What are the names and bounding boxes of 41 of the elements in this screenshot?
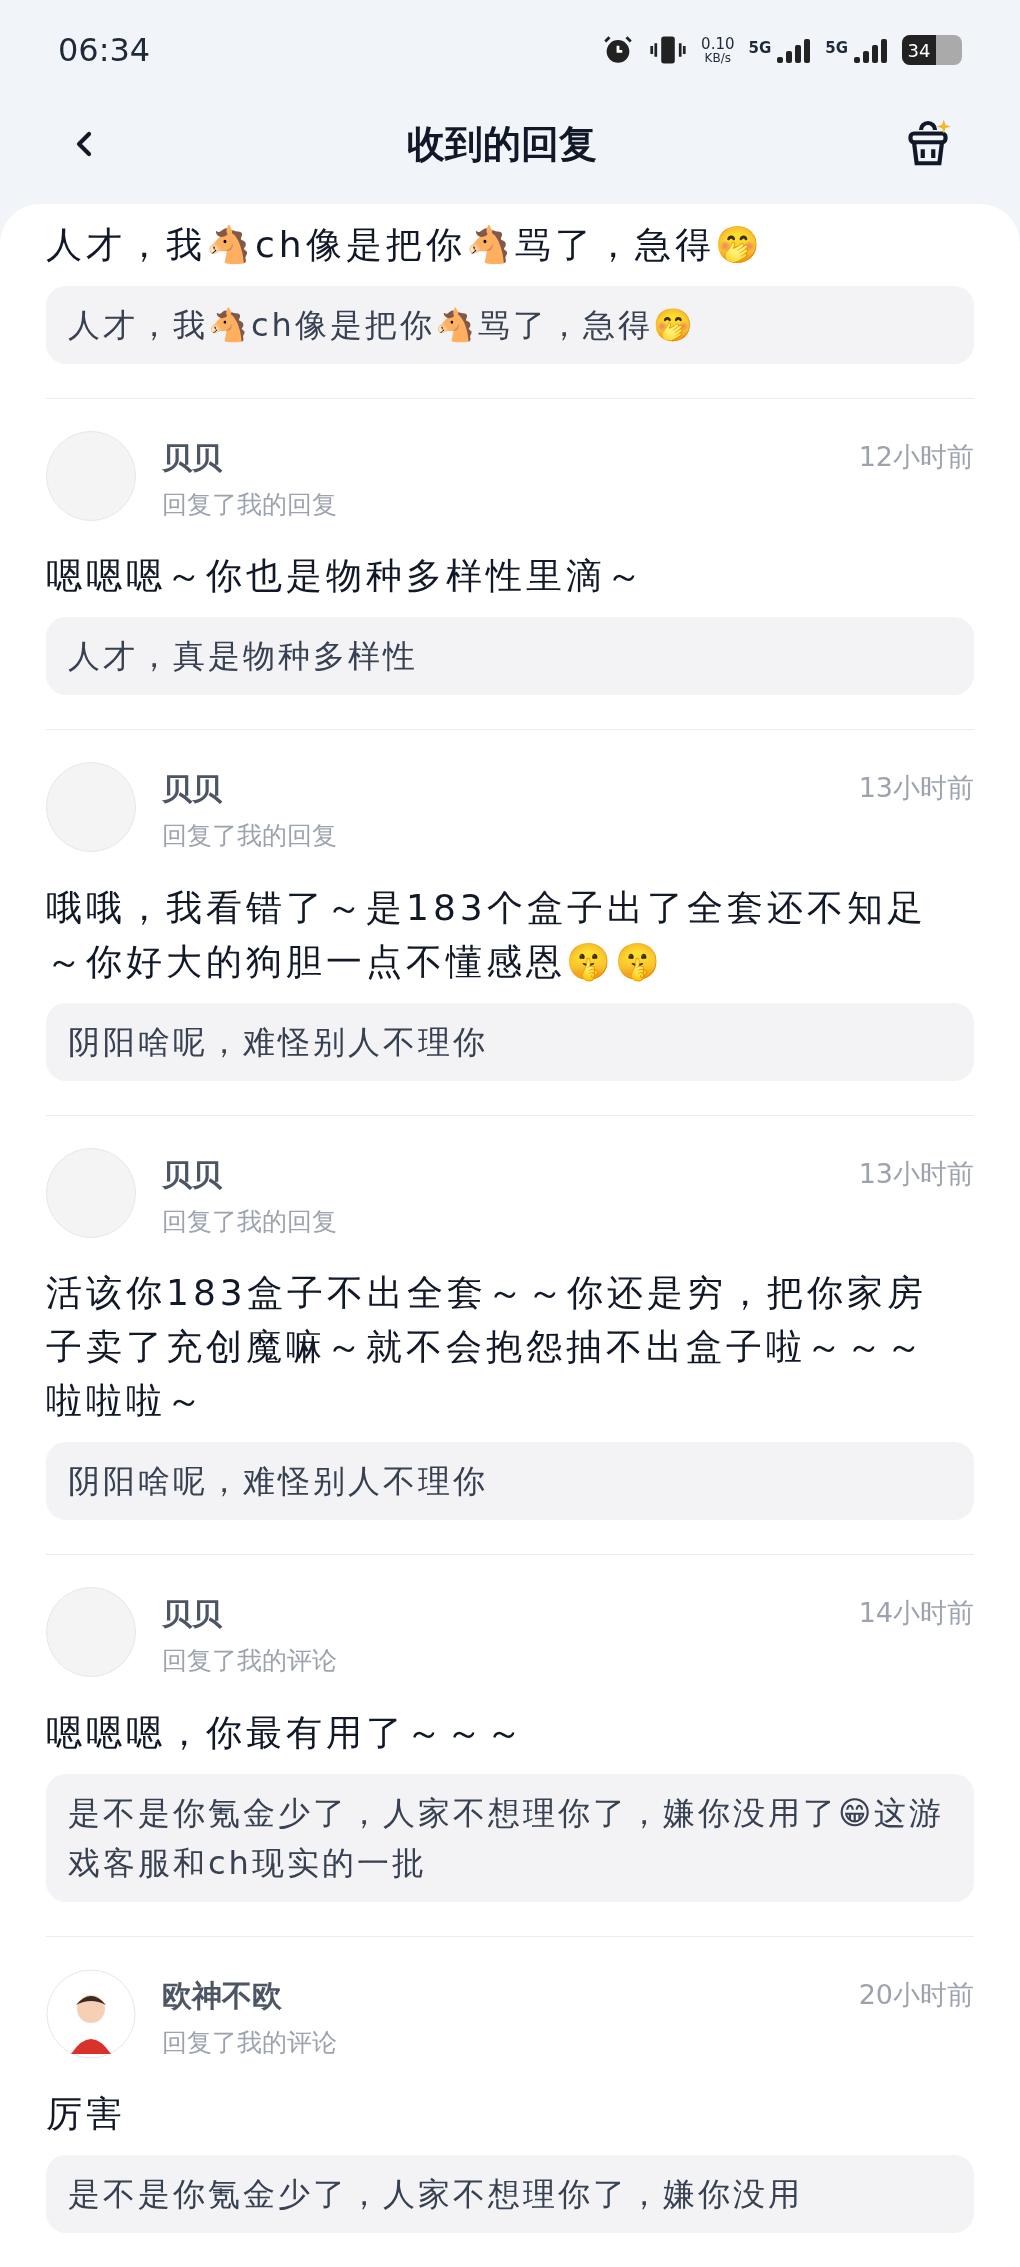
reply-action: 回复了我的回复 (162, 488, 338, 521)
network-speed: 0.10 (701, 36, 735, 52)
quoted-comment[interactable]: 是不是你氪金少了，人家不想理你了，嫌你没用了😁这游戏客服和ch现实的一批 (46, 1773, 974, 1902)
avatar-image[interactable] (46, 1968, 136, 2059)
network-type: 5G (748, 38, 772, 60)
reply-time: 14小时前 (858, 1596, 974, 1630)
quoted-comment[interactable]: 阴阳啥呢，难怪别人不理你 (46, 1442, 974, 1520)
author-name[interactable]: 贝贝 (162, 1591, 833, 1636)
quoted-text: 人才，真是物种多样性 (68, 636, 419, 677)
quoted-comment[interactable]: 人才，真是物种多样性 (46, 617, 974, 695)
quoted-comment[interactable]: 是不是你氪金少了，人家不想理你了，嫌你没用 (46, 2155, 974, 2233)
quoted-comment[interactable]: 阴阳啥呢，难怪别人不理你 (46, 1002, 974, 1081)
reply-text[interactable]: 嗯嗯嗯～你也是物种多样性里滴～ (46, 549, 974, 603)
reply-text[interactable]: 人才，我🐴ch像是把你🐴骂了，急得🤭 (46, 217, 974, 272)
quoted-text: 阴阳啥呢，难怪别人不理你 (68, 1461, 489, 1502)
reply-time: 13小时前 (858, 1156, 974, 1191)
page-title: 收到的回复 (407, 120, 597, 168)
reply-action: 回复了我的评论 (162, 2026, 338, 2059)
author-name[interactable]: 贝贝 (162, 766, 833, 811)
reply-action: 回复了我的回复 (162, 820, 338, 852)
network-type: 5G (825, 38, 848, 60)
reply-text[interactable]: 厉害 (46, 2087, 974, 2141)
author-name[interactable]: 欧神不欧 (162, 1972, 833, 2018)
author-name[interactable]: 贝贝 (162, 1151, 833, 1197)
quoted-text: 阴阳啥呢，难怪别人不理你 (68, 1021, 489, 1063)
author-name[interactable]: 贝贝 (162, 434, 833, 480)
reply-time: 20小时前 (858, 1977, 974, 2012)
reply-text[interactable]: 嗯嗯嗯，你最有用了～～～ (46, 1705, 974, 1760)
reply-time: 13小时前 (858, 771, 974, 805)
reply-action: 回复了我的评论 (162, 1645, 338, 1677)
quoted-text: 人才，我🐴ch像是把你🐴骂了，急得🤭 (68, 304, 697, 346)
quoted-text: 是不是你氪金少了，人家不想理你了，嫌你没用 (68, 2174, 804, 2215)
reply-text[interactable]: 活该你183盒子不出全套～～你还是穷，把你家房子卖了充创魔嘛～就不会抱怨抽不出盒子啦～～～啦啦啦～ (46, 1266, 974, 1428)
reply-time: 12小时前 (858, 439, 974, 474)
quoted-text: 是不是你氪金少了，人家不想理你了，嫌你没用了😁这游戏客服和ch现实的一批 (68, 1792, 946, 1884)
quoted-comment[interactable]: 人才，我🐴ch像是把你🐴骂了，急得🤭 (46, 285, 974, 364)
network-speed-unit: KB/s (704, 51, 731, 64)
status-time: 06:34 (58, 30, 151, 72)
reply-text[interactable]: 哦哦，我看错了～是183个盒子出了全套还不知足～你好大的狗胆一点不懂感恩🤫🤫 (46, 880, 974, 989)
reply-action: 回复了我的回复 (162, 1205, 338, 1238)
battery-indicator: 34 (902, 35, 962, 66)
